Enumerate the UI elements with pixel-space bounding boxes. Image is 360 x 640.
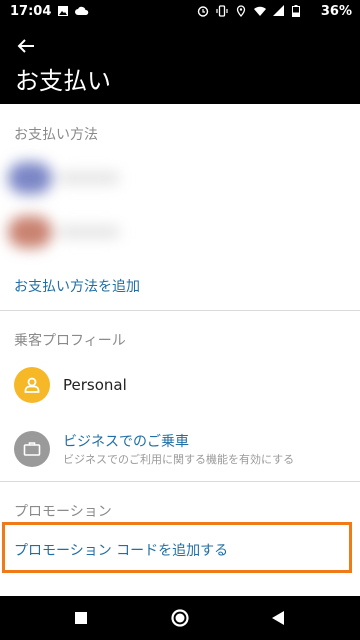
location-icon bbox=[236, 5, 246, 17]
arrow-left-icon[interactable] bbox=[14, 34, 38, 58]
page-title: お支払い bbox=[15, 67, 111, 95]
home-circle-icon[interactable] bbox=[168, 606, 192, 630]
cloud-icon bbox=[75, 6, 89, 15]
divider bbox=[0, 310, 360, 311]
profile-label-business: ビジネスでのご乗車 bbox=[63, 434, 189, 450]
battery-percent: 36% bbox=[320, 4, 352, 19]
payment-method-item[interactable] bbox=[4, 154, 126, 202]
card-label-obscured bbox=[58, 226, 120, 238]
battery-icon bbox=[292, 5, 300, 17]
card-icon bbox=[8, 216, 52, 248]
vibrate-icon bbox=[216, 5, 228, 17]
add-promo-code-link[interactable]: プロモーション コードを追加する bbox=[14, 540, 228, 560]
alarm-icon bbox=[197, 6, 209, 17]
section-label-promotions: プロモーション bbox=[14, 504, 112, 520]
payment-method-item[interactable] bbox=[4, 208, 126, 256]
card-label-obscured bbox=[58, 172, 120, 184]
profile-sublabel-business: ビジネスでのご利用に関する機能を有効にする bbox=[63, 453, 295, 466]
person-icon bbox=[14, 367, 50, 403]
status-bar: 17:04 36% bbox=[0, 0, 360, 24]
status-time: 17:04 bbox=[10, 4, 52, 19]
signal-icon bbox=[273, 5, 284, 16]
briefcase-icon bbox=[14, 431, 50, 467]
app-header: お支払い bbox=[0, 24, 360, 104]
wifi-icon bbox=[254, 6, 266, 16]
add-payment-method-link[interactable]: お支払い方法を追加 bbox=[14, 276, 140, 296]
nav-bar bbox=[0, 596, 360, 640]
back-triangle-icon[interactable] bbox=[267, 606, 291, 630]
image-icon bbox=[58, 6, 68, 16]
recents-square-icon[interactable] bbox=[69, 606, 93, 630]
divider bbox=[0, 481, 360, 482]
profile-label-personal: Personal bbox=[63, 376, 127, 394]
section-label-payment-methods: お支払い方法 bbox=[14, 127, 98, 143]
section-label-rider-profiles: 乗客プロフィール bbox=[14, 333, 126, 349]
card-icon bbox=[8, 162, 52, 194]
